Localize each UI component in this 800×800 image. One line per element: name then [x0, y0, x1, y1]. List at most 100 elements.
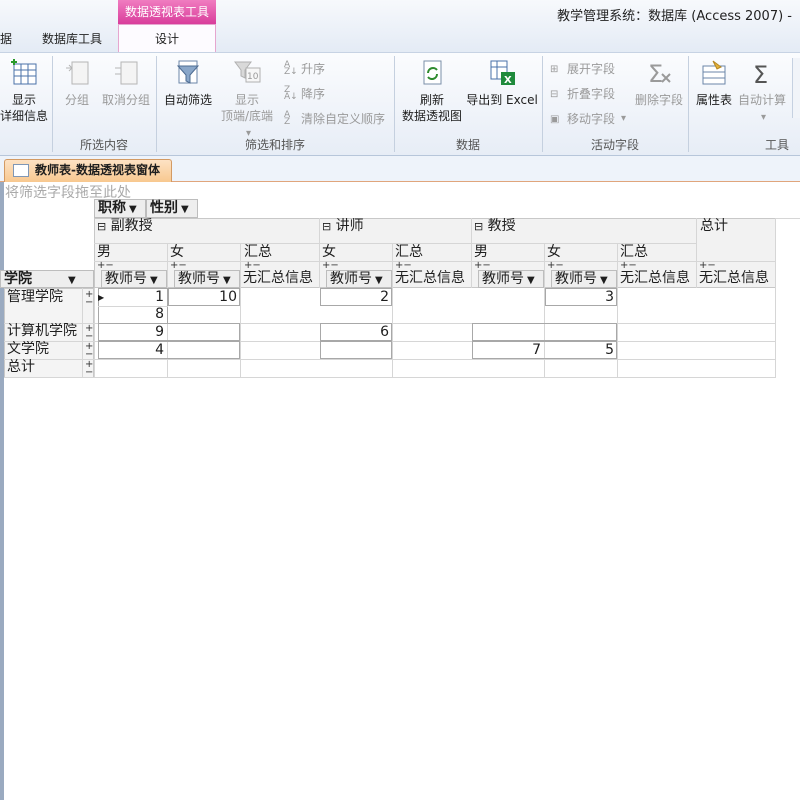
show-details-icon — [11, 59, 37, 85]
header-lec-total[interactable]: 汇总 — [395, 244, 423, 261]
refresh-label-2: 数据透视图 — [401, 109, 462, 123]
expand-collapse-icon[interactable]: +− — [699, 261, 716, 271]
grid-line — [392, 243, 393, 378]
show-details-label: 显示 — [11, 93, 36, 107]
expand-collapse-icon[interactable]: +− — [395, 261, 412, 271]
dropdown-arrow-icon: ▼ — [223, 275, 231, 286]
header-ap-female[interactable]: 女 — [170, 244, 184, 261]
header-professor[interactable]: ⊟ 教授 — [474, 218, 516, 235]
show-details-label-2: 详细信息 — [0, 109, 49, 123]
expand-collapse-icon[interactable]: +− — [322, 261, 339, 271]
column-field-gender[interactable]: 性别 ▼ — [146, 199, 198, 218]
header-prof-total[interactable]: 汇总 — [620, 244, 648, 261]
show-top-button[interactable]: 10 显示 顶端/底端▾ — [218, 58, 276, 142]
sort-descending-button[interactable]: Z A↓ 降序 — [284, 86, 325, 102]
auto-filter-button[interactable]: 自动筛选 — [160, 58, 216, 108]
expand-collapse-icon[interactable]: +− — [244, 261, 261, 271]
header-prof-male[interactable]: 男 — [474, 244, 488, 261]
expand-collapse-icon[interactable]: +− — [97, 261, 114, 271]
value-mgmt-lec-female[interactable]: 2 — [322, 289, 389, 306]
auto-calc-label: 自动计算 — [737, 93, 786, 107]
measure-field-ap-female[interactable]: 教师号 ▼ — [174, 270, 240, 288]
tab-database-tools[interactable]: 数据库工具 — [42, 30, 102, 47]
header-lec-female[interactable]: 女 — [322, 244, 336, 261]
value-mgmt-ap-male-2[interactable]: 8 — [100, 306, 164, 323]
group-icon — [66, 61, 89, 85]
collapse-field-label: 折叠字段 — [567, 87, 616, 101]
collapse-icon: ⊟ — [97, 220, 107, 233]
ungroup-label: 取消分组 — [101, 93, 150, 107]
grid-line — [471, 218, 472, 288]
delete-field-icon: Σ — [648, 60, 671, 88]
value-mgmt-ap-female[interactable]: 10 — [170, 289, 237, 306]
grid-line — [82, 288, 83, 378]
tab-data-partial[interactable]: 据 — [0, 30, 12, 47]
grid-line — [617, 243, 618, 378]
collapse-icon: ⊟ — [550, 89, 559, 100]
expand-collapse-icon[interactable]: +− — [85, 360, 93, 378]
row-label-lit[interactable]: 文学院 — [7, 341, 49, 358]
measure-field-prof-male[interactable]: 教师号 ▼ — [478, 270, 544, 288]
expand-collapse-icon[interactable]: +− — [547, 261, 564, 271]
delete-field-button[interactable]: Σ 删除字段 — [632, 58, 686, 108]
value-cs-lec-female[interactable]: 6 — [322, 324, 389, 341]
no-summary-ap: 无汇总信息 — [243, 270, 313, 286]
grid-line — [319, 218, 320, 288]
show-details-button[interactable]: 显示 详细信息 — [0, 58, 48, 124]
group-label-active-field: 活动字段 — [590, 138, 639, 152]
collapse-icon: ⊟ — [474, 220, 484, 233]
auto-filter-icon — [176, 60, 200, 84]
expand-collapse-icon[interactable]: +− — [170, 261, 187, 271]
value-cs-ap-male[interactable]: 9 — [100, 324, 164, 341]
dropdown-arrow-icon: ▼ — [181, 204, 189, 215]
refresh-pivot-button[interactable]: 刷新 数据透视图 — [398, 58, 466, 124]
expand-collapse-icon[interactable]: +− — [85, 342, 93, 360]
header-assoc-prof-label: 副教授 — [110, 218, 153, 234]
measure-field-ap-male[interactable]: 教师号 ▼ — [101, 270, 167, 288]
clear-custom-order-label: 清除自定义顺序 — [301, 112, 386, 126]
collapse-field-button[interactable]: ⊟ 折叠字段 — [550, 86, 615, 102]
svg-text:X: X — [504, 75, 512, 86]
row-field-college[interactable]: 学院 ▼ — [0, 270, 94, 288]
expand-field-button[interactable]: ⊞ 展开字段 — [550, 61, 615, 77]
group-button[interactable]: 分组 — [60, 58, 94, 108]
sort-ascending-button[interactable]: A Z↓ 升序 — [284, 61, 325, 77]
value-mgmt-prof-female[interactable]: 3 — [547, 289, 614, 306]
clear-custom-order-button[interactable]: AZ 清除自定义顺序 — [284, 111, 385, 127]
header-grand-total: 总计 — [700, 218, 728, 234]
column-field-title[interactable]: 职称 ▼ — [94, 199, 146, 218]
export-excel-button[interactable]: X 导出到 Excel — [466, 58, 538, 108]
tab-design[interactable]: 设计 — [118, 24, 216, 53]
document-tab[interactable]: 教师表-数据透视表窗体 — [4, 159, 172, 182]
move-field-button[interactable]: ▣ 移动字段 ▾ — [550, 111, 626, 127]
measure-label: 教师号 — [105, 271, 147, 287]
expand-collapse-icon[interactable]: +− — [85, 290, 93, 308]
no-summary-lec: 无汇总信息 — [395, 270, 465, 286]
value-lit-prof-male[interactable]: 7 — [474, 342, 541, 359]
ungroup-button[interactable]: 取消分组 — [98, 58, 154, 108]
auto-calc-button[interactable]: Σ 自动计算 ▾ — [736, 58, 788, 126]
expand-collapse-icon[interactable]: +− — [620, 261, 637, 271]
sort-asc-label: 升序 — [301, 62, 326, 76]
header-prof-female[interactable]: 女 — [547, 244, 561, 261]
property-sheet-icon — [702, 60, 726, 85]
detail-cell-box — [472, 323, 617, 341]
row-label-mgmt[interactable]: 管理学院 — [7, 289, 63, 306]
header-assoc-prof[interactable]: ⊟ 副教授 — [97, 218, 153, 235]
expand-collapse-icon[interactable]: +− — [474, 261, 491, 271]
row-label-grand-total[interactable]: 总计 — [7, 359, 35, 376]
value-mgmt-ap-male-1[interactable]: 1 — [100, 289, 164, 306]
no-summary-prof: 无汇总信息 — [620, 270, 690, 286]
svg-text:10: 10 — [247, 72, 259, 82]
auto-filter-label: 自动筛选 — [163, 93, 212, 107]
measure-field-lec-female[interactable]: 教师号 ▼ — [326, 270, 392, 288]
header-lecturer[interactable]: ⊟ 讲师 — [322, 218, 364, 235]
header-ap-male[interactable]: 男 — [97, 244, 111, 261]
value-lit-ap-male[interactable]: 4 — [100, 342, 164, 359]
row-label-cs[interactable]: 计算机学院 — [7, 323, 77, 340]
header-ap-total[interactable]: 汇总 — [244, 244, 272, 261]
measure-field-prof-female[interactable]: 教师号 ▼ — [551, 270, 617, 288]
expand-collapse-icon[interactable]: +− — [85, 324, 93, 342]
value-lit-prof-female[interactable]: 5 — [547, 342, 614, 359]
property-sheet-button[interactable]: 属性表 — [692, 58, 736, 108]
